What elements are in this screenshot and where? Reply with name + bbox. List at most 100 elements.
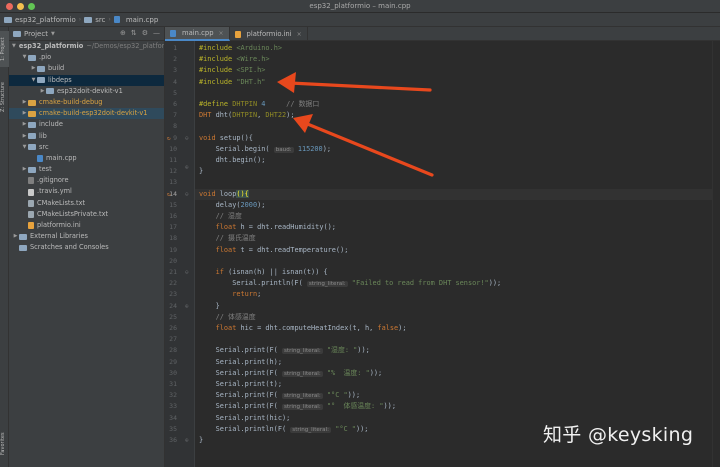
line-number[interactable]: 18 (169, 233, 177, 244)
code-line[interactable]: Serial.print(h); (199, 357, 282, 368)
tree-item[interactable]: ▼ libdeps (9, 74, 164, 86)
code-line[interactable]: delay(2000); (199, 200, 266, 211)
fold-icon[interactable]: ⊕ (185, 435, 189, 446)
project-panel-title[interactable]: Project (24, 30, 48, 38)
chevron-right-icon[interactable]: ▶ (39, 86, 46, 97)
code-line[interactable]: Serial.println(F( string_literal: "°C ")… (199, 424, 368, 435)
minimize-window-button[interactable] (17, 3, 24, 10)
code-line[interactable]: void loop(){ (195, 188, 720, 200)
code-line[interactable]: #include "DHT.h" (199, 77, 265, 88)
chevron-right-icon[interactable]: ▶ (21, 131, 28, 142)
locate-icon[interactable]: ⊕ (120, 29, 126, 37)
line-number[interactable]: 27 (169, 334, 177, 345)
code-line[interactable]: void setup(){ (199, 133, 253, 144)
line-number[interactable]: 29 (169, 357, 177, 368)
tree-item[interactable]: ▶ External Libraries (9, 231, 164, 242)
tree-item[interactable]: Scratches and Consoles (9, 242, 164, 253)
tree-item[interactable]: .travis.yml (9, 186, 164, 197)
tree-item[interactable]: ▶ build (9, 63, 164, 74)
editor-tab[interactable]: main.cpp × (165, 27, 230, 41)
chevron-right-icon[interactable]: ▶ (12, 231, 19, 242)
hide-icon[interactable]: — (153, 29, 160, 37)
code-line[interactable]: #include <Wire.h> (199, 54, 270, 65)
line-number[interactable]: 5 (173, 88, 177, 99)
override-marker-icon[interactable]: ↻ (167, 133, 171, 144)
tree-item[interactable]: ▶ esp32doit-devkit-v1 (9, 86, 164, 97)
tree-item[interactable]: ▶ cmake-build-debug (9, 97, 164, 108)
line-number[interactable]: 4 (173, 77, 177, 88)
line-number[interactable]: 33 (169, 401, 177, 412)
side-tab-structure[interactable]: Z: Structure (0, 77, 9, 117)
close-tab-icon[interactable]: × (297, 31, 302, 38)
fold-icon[interactable]: ⊕ (185, 301, 189, 312)
code-line[interactable]: Serial.print(F( string_literal: "% 温度: "… (199, 368, 382, 379)
line-number[interactable]: 2 (173, 54, 177, 65)
line-number[interactable]: 12 (169, 166, 177, 177)
code-line[interactable]: if (isnan(h) || isnan(t)) { (199, 267, 328, 278)
tree-item[interactable]: ▼ src (9, 142, 164, 153)
code-line[interactable]: } (199, 301, 220, 312)
breadcrumb-item-project[interactable]: esp32_platformio (15, 16, 76, 24)
maximize-window-button[interactable] (28, 3, 35, 10)
line-number[interactable]: 9 (173, 133, 177, 144)
chevron-down-icon[interactable]: ▼ (51, 31, 55, 37)
tree-item[interactable]: ▶ cmake-build-esp32doit-devkit-v1 (9, 108, 164, 120)
code-line[interactable]: #define DHTPIN 4 // 数据口 (199, 99, 319, 110)
gear-icon[interactable]: ⚙ (142, 29, 148, 37)
close-window-button[interactable] (6, 3, 13, 10)
code-line[interactable]: // 湿度 (199, 211, 242, 222)
tree-item[interactable]: .gitignore (9, 175, 164, 186)
line-number[interactable]: 26 (169, 323, 177, 334)
line-number[interactable]: 11 (169, 155, 177, 166)
chevron-down-icon[interactable]: ▼ (30, 75, 37, 86)
chevron-right-icon[interactable]: ▶ (21, 108, 28, 119)
chevron-right-icon[interactable]: ▶ (21, 119, 28, 130)
line-number[interactable]: 30 (169, 368, 177, 379)
chevron-right-icon[interactable]: ▶ (30, 63, 37, 74)
fold-icon[interactable]: ⊖ (185, 267, 189, 278)
line-number[interactable]: 10 (169, 144, 177, 155)
breadcrumb-item-file[interactable]: main.cpp (126, 16, 158, 24)
line-number[interactable]: 24 (169, 301, 177, 312)
line-number[interactable]: 35 (169, 424, 177, 435)
code-line[interactable]: return; (199, 289, 261, 300)
code-line[interactable]: Serial.begin( baud: 115200); (199, 144, 331, 155)
tree-item[interactable]: main.cpp (9, 153, 164, 164)
fold-icon[interactable]: ⊖ (185, 189, 189, 200)
chevron-down-icon[interactable]: ▼ (12, 41, 16, 52)
line-number[interactable]: 36 (169, 435, 177, 446)
tree-item[interactable]: ▼esp32_platformio~/Demos/esp32_platformi… (9, 41, 164, 52)
fold-icon[interactable]: ⊖ (185, 133, 189, 144)
chevron-down-icon[interactable]: ▼ (21, 142, 28, 153)
code-line[interactable]: Serial.print(F( string_literal: "湿度: "))… (199, 345, 370, 356)
line-number[interactable]: 7 (173, 110, 177, 121)
line-number[interactable]: 16 (169, 211, 177, 222)
line-number[interactable]: 28 (169, 345, 177, 356)
chevron-right-icon[interactable]: ▶ (21, 97, 28, 108)
line-number[interactable]: 21 (169, 267, 177, 278)
breadcrumb-item-src[interactable]: src (95, 16, 105, 24)
line-number[interactable]: 8 (173, 121, 177, 132)
code-line[interactable]: float t = dht.readTemperature(); (199, 245, 349, 256)
line-number[interactable]: 23 (169, 289, 177, 300)
line-number[interactable]: 32 (169, 390, 177, 401)
line-number[interactable]: 31 (169, 379, 177, 390)
tree-item[interactable]: CMakeListsPrivate.txt (9, 209, 164, 220)
side-tab-favorites[interactable]: Favorites (0, 427, 9, 461)
line-number[interactable]: 13 (169, 177, 177, 188)
tree-item[interactable]: CMakeLists.txt (9, 198, 164, 209)
code-line[interactable]: Serial.println(F( string_literal: "Faile… (199, 278, 501, 289)
code-line[interactable]: Serial.print(F( string_literal: "°C ")); (199, 390, 360, 401)
line-number[interactable]: 20 (169, 256, 177, 267)
collapse-icon[interactable]: ⇅ (131, 29, 137, 37)
code-line[interactable]: } (199, 166, 203, 177)
code-editor[interactable]: #include <Arduino.h> #include <Wire.h> #in… (195, 41, 720, 467)
code-line[interactable]: #include <Arduino.h> (199, 43, 282, 54)
tree-item[interactable]: ▶ include (9, 119, 164, 130)
tree-item[interactable]: ▶ test (9, 164, 164, 175)
tree-item[interactable]: ▶ lib (9, 131, 164, 142)
code-line[interactable]: } (199, 435, 203, 446)
line-number[interactable]: 17 (169, 222, 177, 233)
close-tab-icon[interactable]: × (219, 30, 224, 37)
code-line[interactable]: // 体感温度 (199, 312, 256, 323)
